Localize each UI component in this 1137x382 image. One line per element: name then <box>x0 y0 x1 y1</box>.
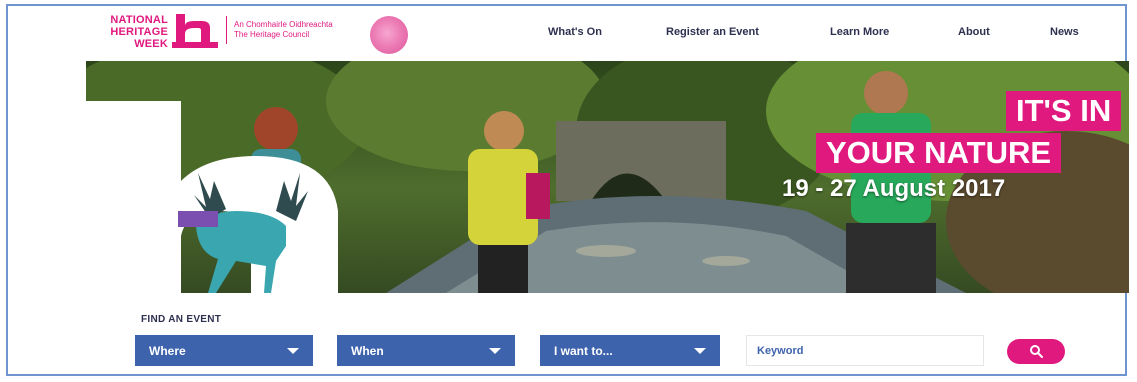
i-want-to-dropdown[interactable]: I want to... <box>540 335 720 366</box>
event-dates: 19 - 27 August 2017 <box>782 175 1006 202</box>
tagline-line-1: IT'S IN <box>1006 91 1122 131</box>
tagline-line-2: YOUR NATURE <box>816 133 1062 173</box>
nav-about[interactable]: About <box>958 26 990 38</box>
where-dropdown[interactable]: Where <box>135 335 313 366</box>
keyword-input[interactable] <box>746 335 984 366</box>
site-header: NATIONAL HERITAGE WEEK An Chomhairle Oid… <box>8 6 1125 62</box>
hero-banner: IT'S IN YOUR NATURE 19 - 27 August 2017 <box>86 61 1129 293</box>
nav-register-event[interactable]: Register an Event <box>666 26 759 38</box>
find-event-label: FIND AN EVENT <box>141 314 222 325</box>
search-icon <box>1030 345 1043 358</box>
nav-news[interactable]: News <box>1050 26 1079 38</box>
search-button[interactable] <box>1007 339 1065 364</box>
main-nav: What's On Register an Event Learn More A… <box>8 26 1125 46</box>
when-dropdown[interactable]: When <box>337 335 515 366</box>
logo-line-1: NATIONAL <box>110 14 168 26</box>
nav-whats-on[interactable]: What's On <box>548 26 602 38</box>
i-want-to-dropdown-label: I want to... <box>554 344 613 358</box>
where-dropdown-label: Where <box>149 344 186 358</box>
page-frame: NATIONAL HERITAGE WEEK An Chomhairle Oid… <box>6 4 1129 376</box>
chevron-down-icon <box>694 348 706 354</box>
when-dropdown-label: When <box>351 344 384 358</box>
nav-learn-more[interactable]: Learn More <box>830 26 889 38</box>
chevron-down-icon <box>489 348 501 354</box>
chevron-down-icon <box>287 348 299 354</box>
